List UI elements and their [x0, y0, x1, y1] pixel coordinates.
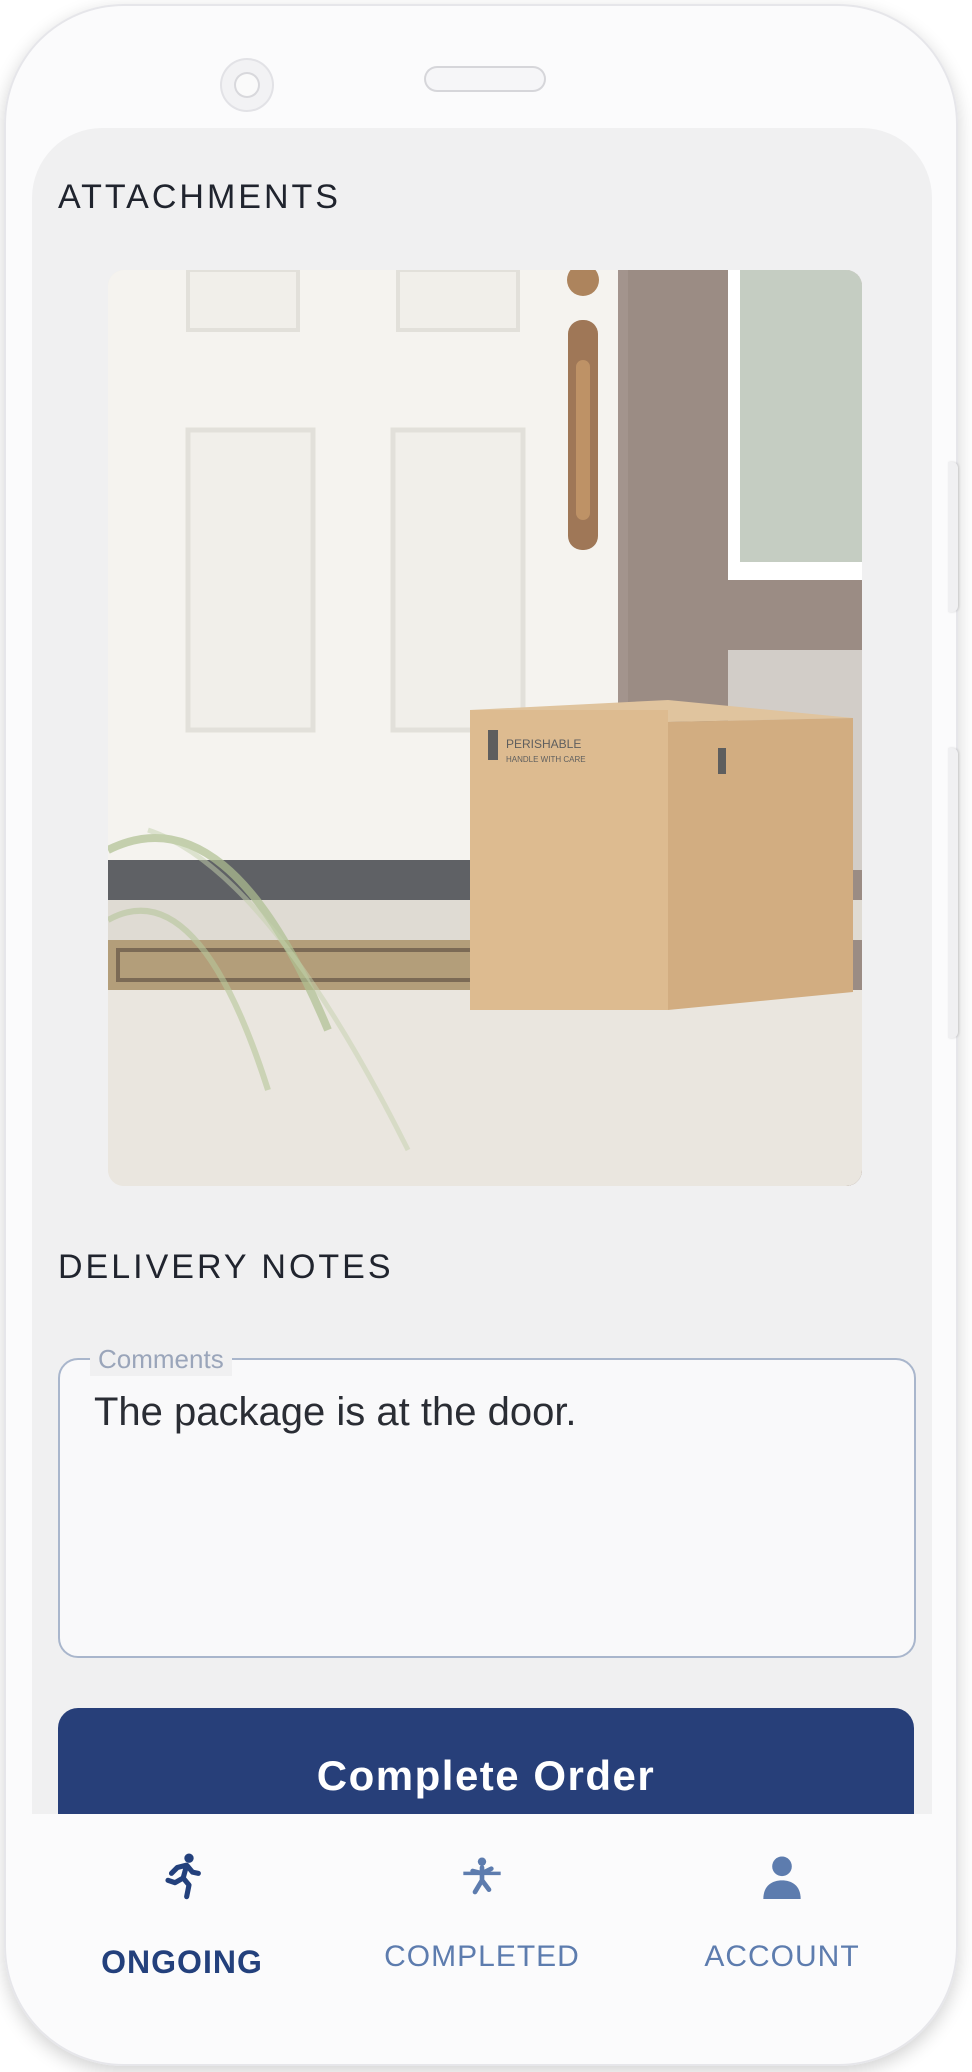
comments-field[interactable]: Comments The package is at the door.	[58, 1342, 916, 1658]
nav-label-account: ACCOUNT	[704, 1940, 860, 1973]
comments-value[interactable]: The package is at the door.	[94, 1390, 577, 1435]
earpiece-speaker	[426, 68, 544, 90]
front-camera	[222, 60, 272, 110]
bottom-navigation: ONGOING COMPLETED ACCOUNT	[32, 1814, 932, 1998]
comments-label: Comments	[90, 1342, 232, 1376]
volume-button	[948, 462, 958, 612]
app-screen: ATTACHMENTS PERISHABLE HANDLE WITH CARE …	[32, 128, 932, 1998]
nav-label-ongoing: ONGOING	[101, 1944, 263, 1980]
running-person-icon	[165, 1853, 201, 1900]
nav-item-completed[interactable]: COMPLETED	[332, 1814, 632, 1998]
attachment-photo[interactable]: PERISHABLE HANDLE WITH CARE	[108, 270, 862, 1186]
nav-item-account[interactable]: ACCOUNT	[632, 1814, 932, 1998]
package-photo-illustration: PERISHABLE HANDLE WITH CARE	[108, 270, 862, 1186]
delivery-notes-title: DELIVERY NOTES	[58, 1248, 394, 1286]
person-icon	[763, 1856, 801, 1899]
phone-frame: ATTACHMENTS PERISHABLE HANDLE WITH CARE …	[4, 4, 958, 2066]
nav-item-ongoing[interactable]: ONGOING	[32, 1814, 332, 1998]
power-button	[948, 748, 958, 1038]
finish-line-icon	[463, 1857, 501, 1895]
nav-label-completed: COMPLETED	[384, 1940, 580, 1973]
attachments-title: ATTACHMENTS	[58, 178, 341, 216]
